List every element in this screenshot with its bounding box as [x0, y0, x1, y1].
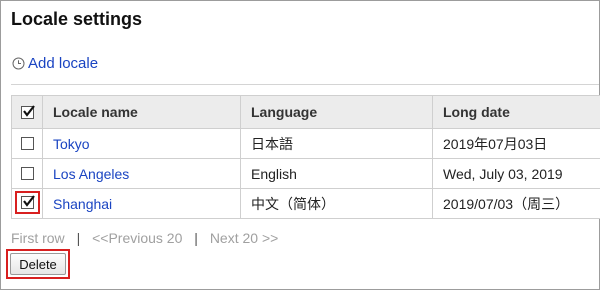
row-checkbox-los-angeles[interactable]: [20, 167, 34, 180]
locale-link-los-angeles[interactable]: Los Angeles: [53, 166, 129, 182]
locale-table: Locale name Language Long date Tokyo 日本語…: [11, 95, 600, 219]
select-all-checkbox[interactable]: [20, 104, 35, 119]
language-cell: 日本語: [240, 128, 433, 159]
row-select-cell: [11, 158, 43, 189]
table-row: Tokyo 日本語 2019年07月03日: [11, 128, 600, 159]
divider: [11, 84, 599, 85]
language-cell: English: [240, 158, 433, 189]
checkmark-icon: [22, 194, 35, 207]
checkbox-highlight: [14, 190, 40, 214]
add-locale-link[interactable]: Add locale: [12, 55, 98, 72]
select-all-cell: [11, 95, 43, 129]
long-date-cell: Wed, July 03, 2019: [432, 158, 600, 189]
column-header-language[interactable]: Language: [240, 95, 433, 129]
row-checkbox-shanghai[interactable]: [20, 194, 35, 209]
column-header-long-date[interactable]: Long date: [432, 95, 600, 129]
delete-highlight: Delete: [6, 249, 70, 279]
locale-name-cell: Los Angeles: [42, 158, 241, 189]
long-date-cell: 2019/07/03（周三）: [432, 188, 600, 219]
table-row: Los Angeles English Wed, July 03, 2019: [11, 158, 600, 189]
pager-separator: |: [194, 230, 198, 246]
pager-separator: |: [76, 230, 81, 246]
checkmark-icon: [22, 104, 35, 117]
pager-next: Next 20 >>: [209, 230, 279, 246]
row-select-cell: [11, 188, 43, 219]
table-row: Shanghai 中文（简体） 2019/07/03（周三）: [11, 188, 600, 219]
clock-plus-icon: [12, 57, 25, 70]
locale-name-cell: Tokyo: [42, 128, 241, 159]
pager-first-row: First row: [11, 230, 65, 246]
column-header-locale-name[interactable]: Locale name: [42, 95, 241, 129]
locale-link-tokyo[interactable]: Tokyo: [53, 136, 90, 152]
pager-previous: <<Previous 20: [92, 230, 183, 246]
locale-link-shanghai[interactable]: Shanghai: [53, 196, 112, 212]
row-checkbox-tokyo[interactable]: [20, 137, 34, 150]
table-header-row: Locale name Language Long date: [11, 95, 600, 129]
locale-settings-panel: Locale settings Add locale Locale name L…: [0, 0, 600, 290]
locale-name-cell: Shanghai: [42, 188, 241, 219]
page-title: Locale settings: [11, 9, 143, 29]
pagination: First row | <<Previous 20 | Next 20 >>: [11, 230, 278, 246]
delete-button[interactable]: Delete: [10, 253, 66, 275]
language-cell: 中文（简体）: [240, 188, 433, 219]
row-select-cell: [11, 128, 43, 159]
long-date-cell: 2019年07月03日: [432, 128, 600, 159]
add-locale-label: Add locale: [28, 55, 99, 72]
